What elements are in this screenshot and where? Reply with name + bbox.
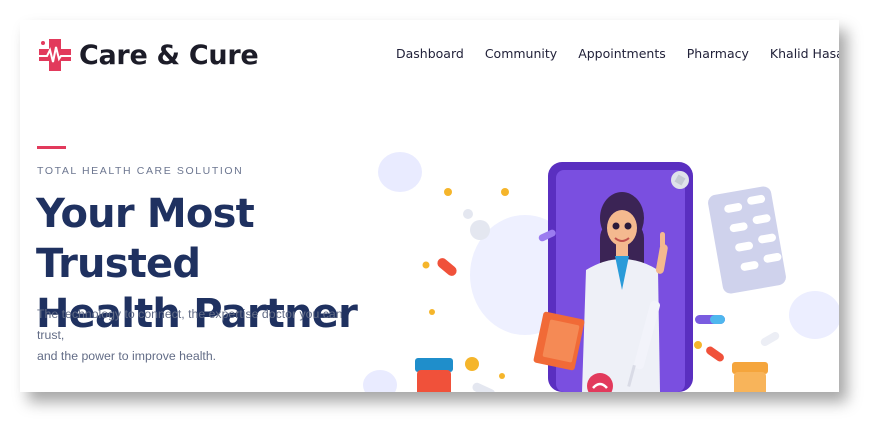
doctor-video-call-illustration (363, 152, 839, 392)
subtext-line-1: The technology to connect, the expertise… (37, 307, 343, 342)
nav-item-appointments[interactable]: Appointments (578, 46, 666, 61)
headline-line-1: Your Most Trusted (36, 191, 255, 287)
brand-logo[interactable]: Care & Cure (37, 37, 259, 73)
subtext-line-2: and the power to improve health. (37, 349, 217, 363)
nav-item-pharmacy[interactable]: Pharmacy (687, 46, 749, 61)
nav-item-dashboard[interactable]: Dashboard (396, 46, 464, 61)
page-frame: Care & Cure Dashboard Community Appointm… (20, 20, 839, 392)
user-name: Khalid Hasan (769, 46, 839, 61)
main-nav: Dashboard Community Appointments Pharmac… (396, 46, 839, 61)
hero-eyebrow: TOTAL HEALTH CARE SOLUTION (37, 165, 244, 177)
medical-cross-icon (39, 39, 71, 71)
brand-name: Care & Cure (79, 39, 259, 71)
hero-subtext: The technology to connect, the expertise… (37, 304, 367, 367)
accent-bar (37, 146, 66, 149)
nav-item-community[interactable]: Community (485, 46, 557, 61)
user-menu[interactable]: Khalid Hasan (770, 46, 839, 61)
